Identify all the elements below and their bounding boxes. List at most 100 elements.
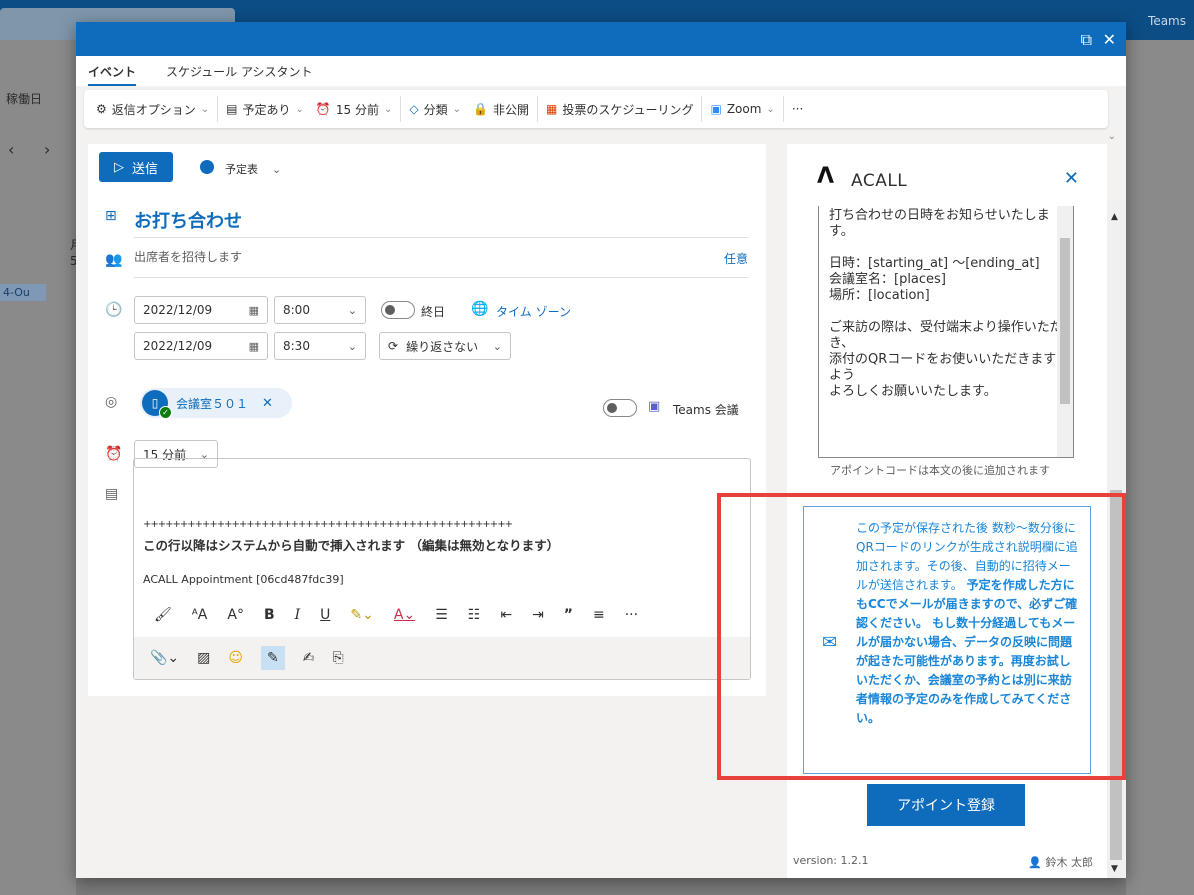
- format-toolbar: 🖌 ᴬA A° B I U ✎⌄ A⌄ ☰ ☷ ⇤ ⇥ ” ≡ ···: [134, 593, 750, 637]
- font-size-icon[interactable]: ᴬA: [192, 607, 208, 623]
- bold-icon[interactable]: B: [264, 607, 275, 623]
- poll-label: 投票のスケジューリング: [562, 102, 694, 117]
- busy-label: 予定あり: [242, 102, 291, 117]
- addin-close-icon[interactable]: ✕: [1064, 168, 1079, 189]
- numbered-list-icon[interactable]: ☷: [468, 607, 481, 623]
- editor-icon[interactable]: ✎: [261, 646, 285, 670]
- quote-icon[interactable]: ”: [564, 607, 573, 623]
- version-label: version: 1.2.1: [793, 854, 869, 867]
- addin-header: Λ ACALL ✕: [787, 144, 1107, 206]
- attendee-placeholder: 出席者を招待します: [134, 250, 243, 264]
- align-icon[interactable]: ≡: [593, 607, 605, 623]
- clock-icon: 🕒: [105, 302, 123, 318]
- tag-icon: ◇: [409, 102, 419, 116]
- reply-options-button[interactable]: ⚙ 返信オプション ⌄: [90, 95, 215, 123]
- calendar-icon: ▦: [248, 303, 259, 317]
- room-label: 会議室５０１: [176, 396, 249, 411]
- acall-logo: Λ: [817, 164, 835, 189]
- title-input[interactable]: お打ち合わせ: [134, 202, 748, 238]
- poll-icon: ▦: [545, 102, 558, 116]
- allday-toggle[interactable]: [381, 301, 415, 319]
- nav-next-icon[interactable]: ›: [44, 140, 50, 159]
- timezone-link[interactable]: タイム ゾーン: [496, 303, 571, 320]
- room-avatar: ▯ ✓: [142, 390, 172, 419]
- popout-icon[interactable]: ⧉: [1081, 30, 1092, 50]
- body-separator: ++++++++++++++++++++++++++++++++++++++++…: [143, 519, 513, 530]
- ribbon-toolbar: ⚙ 返信オプション ⌄ ▤ 予定あり ⌄ ⏰ 15 分前 ⌄ ◇ 分類 ⌄ 🔒 非公開 ▦ 投票のス…: [84, 90, 1116, 142]
- zoom-icon: ▣: [710, 102, 722, 116]
- repeat-dropdown[interactable]: ⟳ 繰り返さない ⌄: [379, 332, 511, 360]
- underline-icon[interactable]: U: [320, 607, 330, 623]
- reminder-button[interactable]: ⏰ 15 分前 ⌄: [310, 95, 398, 123]
- start-time-value: 8:00: [283, 303, 310, 317]
- calendar-selector[interactable]: 予定表 ⌄: [225, 161, 281, 177]
- background-event-chip[interactable]: 4-Ou: [0, 284, 46, 301]
- zoom-button[interactable]: ▣ Zoom ⌄: [704, 95, 780, 123]
- category-button[interactable]: ◇ 分類 ⌄: [403, 95, 467, 123]
- room-chip[interactable]: ▯ ✓ 会議室５０１ ✕: [140, 388, 292, 419]
- format-painter-icon[interactable]: 🖌: [154, 607, 172, 623]
- remove-room-icon[interactable]: ✕: [262, 396, 273, 411]
- zoom-label: Zoom: [726, 102, 762, 116]
- background-right-pane: [1126, 40, 1194, 895]
- start-time-field[interactable]: 8:00 ⌄: [274, 296, 366, 324]
- body-editor[interactable]: ++++++++++++++++++++++++++++++++++++++++…: [133, 458, 751, 680]
- reply-options-label: 返信オプション: [111, 102, 196, 117]
- more-button[interactable]: ···: [786, 95, 809, 123]
- bullet-list-icon[interactable]: ☰: [435, 607, 448, 623]
- chevron-down-icon: ⌄: [295, 103, 304, 115]
- register-appointment-button[interactable]: アポイント登録: [867, 784, 1025, 826]
- private-button[interactable]: 🔒 非公開: [467, 95, 535, 123]
- scheduling-poll-button[interactable]: ▦ 投票のスケジューリング: [540, 95, 700, 123]
- end-date-field[interactable]: 2022/12/09 ▦: [134, 332, 268, 360]
- toolbar-divider: [536, 96, 538, 122]
- toolbar-divider: [701, 96, 703, 122]
- nav-prev-icon[interactable]: ‹: [8, 140, 14, 159]
- send-icon: ▷: [113, 159, 124, 175]
- appointment-code-note: アポイントコードは本文の後に追加されます: [830, 464, 1050, 477]
- toolbar-divider: [782, 96, 784, 122]
- close-icon[interactable]: ✕: [1103, 30, 1116, 49]
- tab-schedule-assistant[interactable]: スケジュール アシスタント: [166, 63, 313, 86]
- addin-brand: ACALL: [851, 171, 908, 191]
- optional-link[interactable]: 任意: [724, 250, 748, 267]
- end-time-value: 8:30: [283, 339, 310, 353]
- image-icon[interactable]: ▨: [197, 650, 210, 666]
- start-date-field[interactable]: 2022/12/09 ▦: [134, 296, 268, 324]
- font-grow-icon[interactable]: A°: [227, 607, 244, 623]
- show-as-button[interactable]: ▤ 予定あり ⌄: [220, 95, 310, 123]
- outdent-icon[interactable]: ⇤: [500, 607, 512, 623]
- more-format-icon[interactable]: ···: [625, 607, 638, 623]
- category-label: 分類: [423, 102, 448, 117]
- background-teams-label: Teams: [1148, 14, 1186, 28]
- allday-label: 終日: [421, 305, 446, 319]
- attendee-input[interactable]: 出席者を招待します 任意: [134, 248, 748, 278]
- notes-icon: ▤: [105, 486, 119, 502]
- emoji-icon[interactable]: ☺: [228, 650, 243, 666]
- scroll-down-icon[interactable]: ▼: [1111, 864, 1118, 874]
- ribbon-expand-icon[interactable]: ⌄: [1108, 131, 1116, 142]
- chevron-down-icon: ⌄: [347, 339, 357, 353]
- highlight-icon[interactable]: ✎⌄: [350, 607, 373, 623]
- send-button[interactable]: ▷ 送信: [99, 152, 173, 182]
- toolbar-divider: [400, 96, 402, 122]
- indent-icon[interactable]: ⇥: [532, 607, 544, 623]
- tab-event[interactable]: イベント: [88, 63, 137, 86]
- body-appointment: ACALL Appointment [06cd487fdc39]: [143, 573, 344, 586]
- italic-icon[interactable]: I: [295, 607, 301, 623]
- dictate-icon[interactable]: ⎘: [332, 650, 343, 666]
- teams-meeting-toggle[interactable]: [603, 399, 637, 417]
- signature-icon[interactable]: ✍: [303, 650, 315, 666]
- textarea-scrollbar[interactable]: [1057, 206, 1073, 457]
- user-label: 👤 鈴木 太郎: [1028, 854, 1093, 870]
- textarea-scroll-thumb[interactable]: [1060, 238, 1070, 404]
- toolbar-divider: [217, 96, 219, 122]
- teams-meeting-label: Teams 会議: [673, 403, 739, 417]
- body-notice: この行以降はシステムから自動で挿入されます （編集は無効となります）: [143, 538, 560, 553]
- font-color-icon[interactable]: A⌄: [394, 607, 415, 623]
- template-textarea[interactable]: 打ち合わせの日時をお知らせいたします。 日時：[starting_at] ～[e…: [818, 206, 1074, 458]
- attach-icon[interactable]: 📎⌄: [150, 650, 179, 666]
- end-time-field[interactable]: 8:30 ⌄: [274, 332, 366, 360]
- chevron-down-icon: ⌄: [272, 163, 282, 176]
- scroll-up-icon[interactable]: ▲: [1111, 212, 1118, 222]
